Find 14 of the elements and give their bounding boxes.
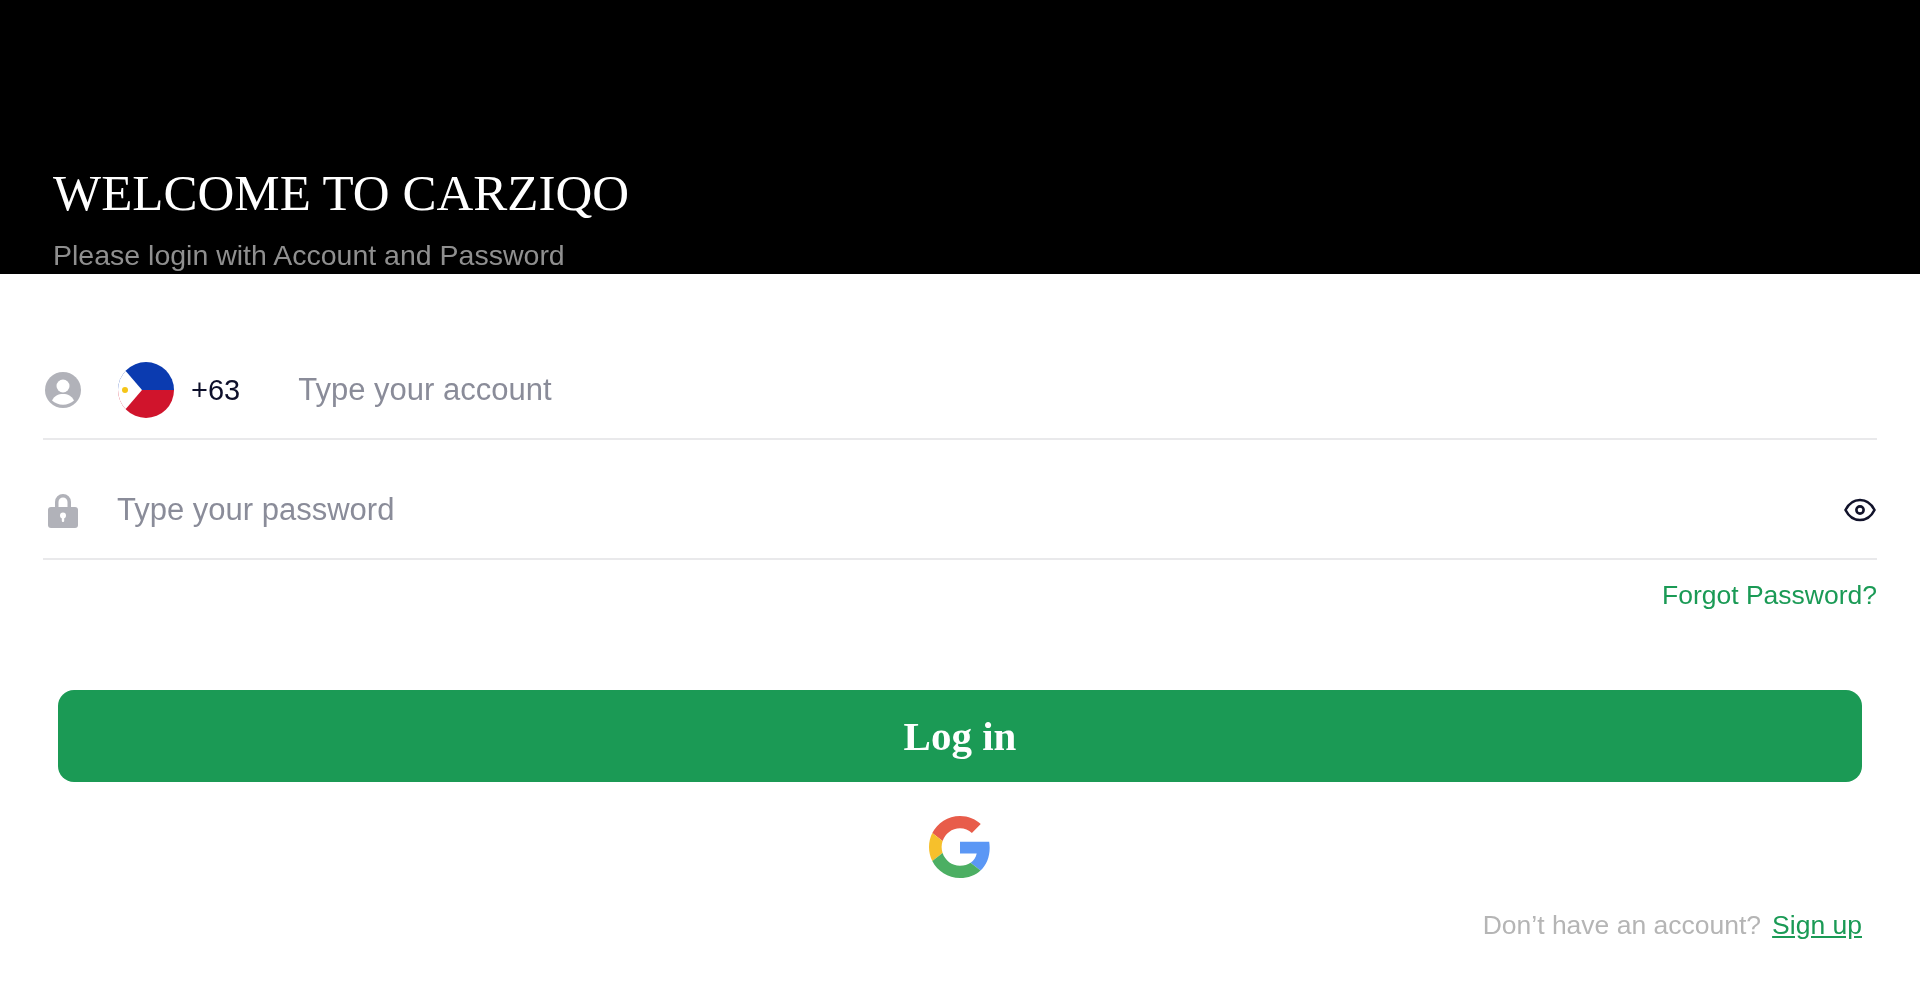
login-button[interactable]: Log in	[58, 690, 1862, 782]
lock-icon	[48, 492, 78, 528]
sign-up-link[interactable]: Sign up	[1772, 909, 1862, 941]
user-icon	[45, 372, 81, 408]
login-instructions: Please login with Account and Password	[53, 238, 565, 272]
forgot-password-link[interactable]: Forgot Password?	[1661, 579, 1877, 611]
g-logo-icon[interactable]	[929, 816, 991, 878]
welcome-title: WELCOME TO CARZIQO	[53, 164, 630, 222]
signup-prompt: Don’t have an account?	[1482, 909, 1762, 941]
show-password-eye-icon[interactable]	[1844, 498, 1876, 522]
password-input[interactable]: Type your password	[117, 487, 1844, 533]
account-input[interactable]: Type your account	[298, 367, 1877, 413]
flag-icon	[118, 362, 174, 418]
country-code-button[interactable]: +63	[118, 362, 241, 418]
